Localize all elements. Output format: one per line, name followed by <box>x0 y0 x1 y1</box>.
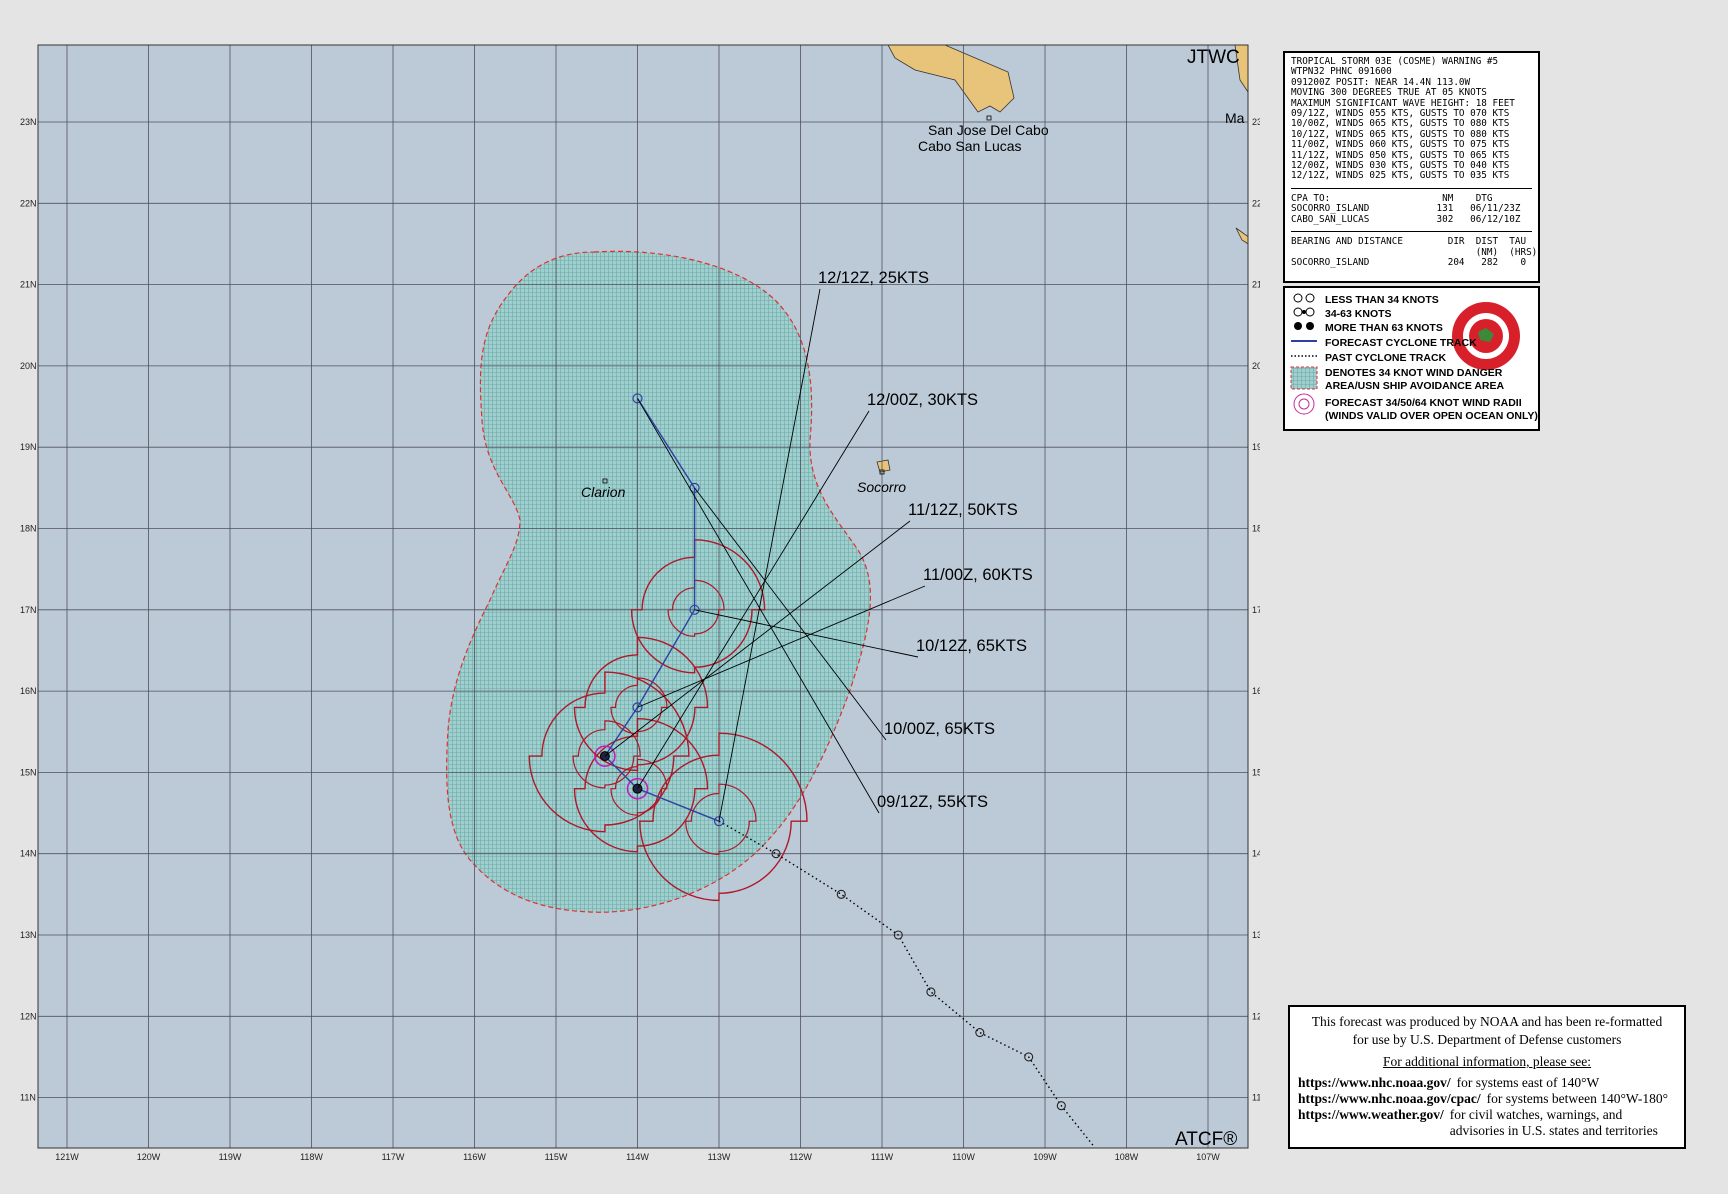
lat-label-right: 21N <box>1252 280 1260 290</box>
lat-label: 23N <box>20 117 37 127</box>
less-than-34-icon <box>1293 293 1303 303</box>
warning-info-box: TROPICAL STORM 03E (COSME) WARNING #5 WTP… <box>1283 51 1540 283</box>
lat-label-right: 17N <box>1252 605 1260 615</box>
danger-area-icon <box>1290 366 1318 390</box>
wind-radii-icon <box>1293 393 1315 415</box>
lon-label: 108W <box>1115 1152 1139 1162</box>
legend-danger-area-1: DENOTES 34 KNOT WIND DANGER <box>1325 367 1503 379</box>
lon-label: 117W <box>382 1152 405 1162</box>
nhc-link-row: https://www.nhc.noaa.gov/for systems eas… <box>1298 1075 1676 1091</box>
lon-label: 119W <box>219 1152 242 1162</box>
bearing-lines: BEARING AND DISTANCE DIR DIST TAU (NM) (… <box>1291 236 1537 268</box>
track-map: 121W 120W 119W 118W 117W 116W 115W 114W 113W 112W… <box>20 44 1260 1162</box>
lat-label: 19N <box>20 442 37 452</box>
weather-gov-link[interactable]: https://www.weather.gov/ <box>1298 1107 1444 1139</box>
lon-label: 109W <box>1033 1152 1057 1162</box>
place-clarion: Clarion <box>581 484 626 500</box>
more-than-63-icon <box>1294 322 1302 330</box>
lat-label-right: 19N <box>1252 442 1260 452</box>
lat-label: 16N <box>20 686 37 696</box>
legend-danger-area-2: AREA/USN SHIP AVOIDANCE AREA <box>1325 380 1505 392</box>
warning-line: SOCORRO_ISLAND 204 282 0 <box>1291 256 1527 268</box>
place-cabo-san-lucas: Cabo San Lucas <box>918 138 1022 154</box>
noaa-line-2: for use by U.S. Department of Defense cu… <box>1352 1032 1622 1047</box>
agency-label: JTWC <box>1187 47 1240 68</box>
weather-gov-link-row: https://www.weather.gov/for civil watche… <box>1298 1107 1676 1139</box>
warning-line: CABO_SAN_LUCAS 302 06/12/10Z <box>1291 213 1521 225</box>
cpac-link[interactable]: https://www.nhc.noaa.gov/cpac/ <box>1298 1091 1481 1107</box>
lat-label-right: 20N <box>1252 361 1260 371</box>
noaa-seal-icon <box>1452 302 1520 370</box>
lat-label: 21N <box>20 280 37 290</box>
warning-line: BEARING AND DISTANCE DIR DIST TAU <box>1291 236 1527 248</box>
noaa-line-3: For additional information, please see: <box>1382 1054 1592 1069</box>
lat-label: 22N <box>20 198 37 208</box>
lon-label: 107W <box>1196 1152 1220 1162</box>
lat-label: 20N <box>20 361 37 371</box>
lon-label: 112W <box>789 1152 812 1162</box>
lat-label-right: 11N <box>1252 1093 1260 1103</box>
cpa-lines: CPA TO: NM DTG SOCORRO_ISLAND 131 06/11/2… <box>1291 193 1532 225</box>
place-socorro: Socorro <box>857 479 906 495</box>
legend-34-63: 34-63 KNOTS <box>1325 308 1392 320</box>
34-63-knots-icon <box>1293 307 1303 317</box>
lat-label: 12N <box>20 1011 37 1021</box>
legend-more-than-63: MORE THAN 63 KNOTS <box>1325 322 1443 334</box>
lat-label-right: 15N <box>1252 767 1260 777</box>
lat-label-right: 13N <box>1252 930 1260 940</box>
legend-wind-radii-2: (WINDS VALID OVER OPEN OCEAN ONLY) <box>1325 410 1538 422</box>
forecast-label: 10/12Z, 65KTS <box>916 637 1027 655</box>
lat-label: 13N <box>20 930 37 940</box>
place-san-jose-del-cabo: San Jose Del Cabo <box>928 122 1049 138</box>
forecast-label: 10/00Z, 65KTS <box>884 720 995 738</box>
lat-label: 11N <box>20 1093 36 1103</box>
cpac-link-row: https://www.nhc.noaa.gov/cpac/for system… <box>1298 1091 1676 1107</box>
noaa-info-box: This forecast was produced by NOAA and h… <box>1288 1005 1686 1149</box>
weather-gov-link-desc: for civil watches, warnings, and advisor… <box>1449 1107 1658 1138</box>
lat-label: 17N <box>20 605 37 615</box>
lat-label-right: 14N <box>1252 849 1260 859</box>
longitude-labels: 121W 120W 119W 118W 117W 116W 115W 114W 113W 112W… <box>55 1152 1220 1162</box>
warning-line: 12/12Z, WINDS 025 KTS, GUSTS TO 035 KTS <box>1291 170 1510 182</box>
nhc-link[interactable]: https://www.nhc.noaa.gov/ <box>1298 1075 1451 1091</box>
nhc-link-desc: for systems east of 140°W <box>1456 1075 1600 1090</box>
lon-label: 113W <box>708 1152 731 1162</box>
lat-label-right: 18N <box>1252 524 1260 534</box>
lat-label: 15N <box>20 767 37 777</box>
lon-label: 111W <box>871 1152 894 1162</box>
lon-label: 115W <box>545 1152 568 1162</box>
forecast-label: 09/12Z, 55KTS <box>877 793 988 811</box>
lat-label-right: 12N <box>1252 1011 1260 1021</box>
place-ma: Ma <box>1225 110 1245 126</box>
lon-label: 110W <box>952 1152 975 1162</box>
lon-label: 120W <box>137 1152 161 1162</box>
forecast-label: 11/12Z, 50KTS <box>908 501 1018 519</box>
legend-box: LESS THAN 34 KNOTS 34-63 KNOTS MORE THAN… <box>1283 286 1540 431</box>
noaa-line-1: This forecast was produced by NOAA and h… <box>1311 1014 1663 1029</box>
lat-label: 14N <box>20 849 37 859</box>
lat-label-right: 23N <box>1252 117 1260 127</box>
lon-label: 116W <box>463 1152 486 1162</box>
lon-label: 118W <box>300 1152 323 1162</box>
forecast-label: 12/12Z, 25KTS <box>818 269 929 287</box>
lat-label-right: 22N <box>1252 198 1260 208</box>
legend-wind-radii-1: FORECAST 34/50/64 KNOT WIND RADII <box>1325 397 1522 409</box>
lat-label-right: 16N <box>1252 686 1260 696</box>
cpac-link-desc: for systems between 140°W-180° <box>1486 1091 1669 1106</box>
forecast-label: 11/00Z, 60KTS <box>923 566 1033 584</box>
legend-less-than-34: LESS THAN 34 KNOTS <box>1325 294 1439 306</box>
legend-past-track: PAST CYCLONE TRACK <box>1325 352 1447 364</box>
legend-forecast-track: FORECAST CYCLONE TRACK <box>1325 337 1477 349</box>
lon-label: 114W <box>626 1152 649 1162</box>
warning-header-lines: TROPICAL STORM 03E (COSME) WARNING #5 WTP… <box>1291 56 1532 182</box>
lat-label: 18N <box>20 524 37 534</box>
forecast-label: 12/00Z, 30KTS <box>867 391 978 409</box>
lon-label: 121W <box>55 1152 79 1162</box>
atcf-label: ATCF® <box>1175 1129 1237 1150</box>
